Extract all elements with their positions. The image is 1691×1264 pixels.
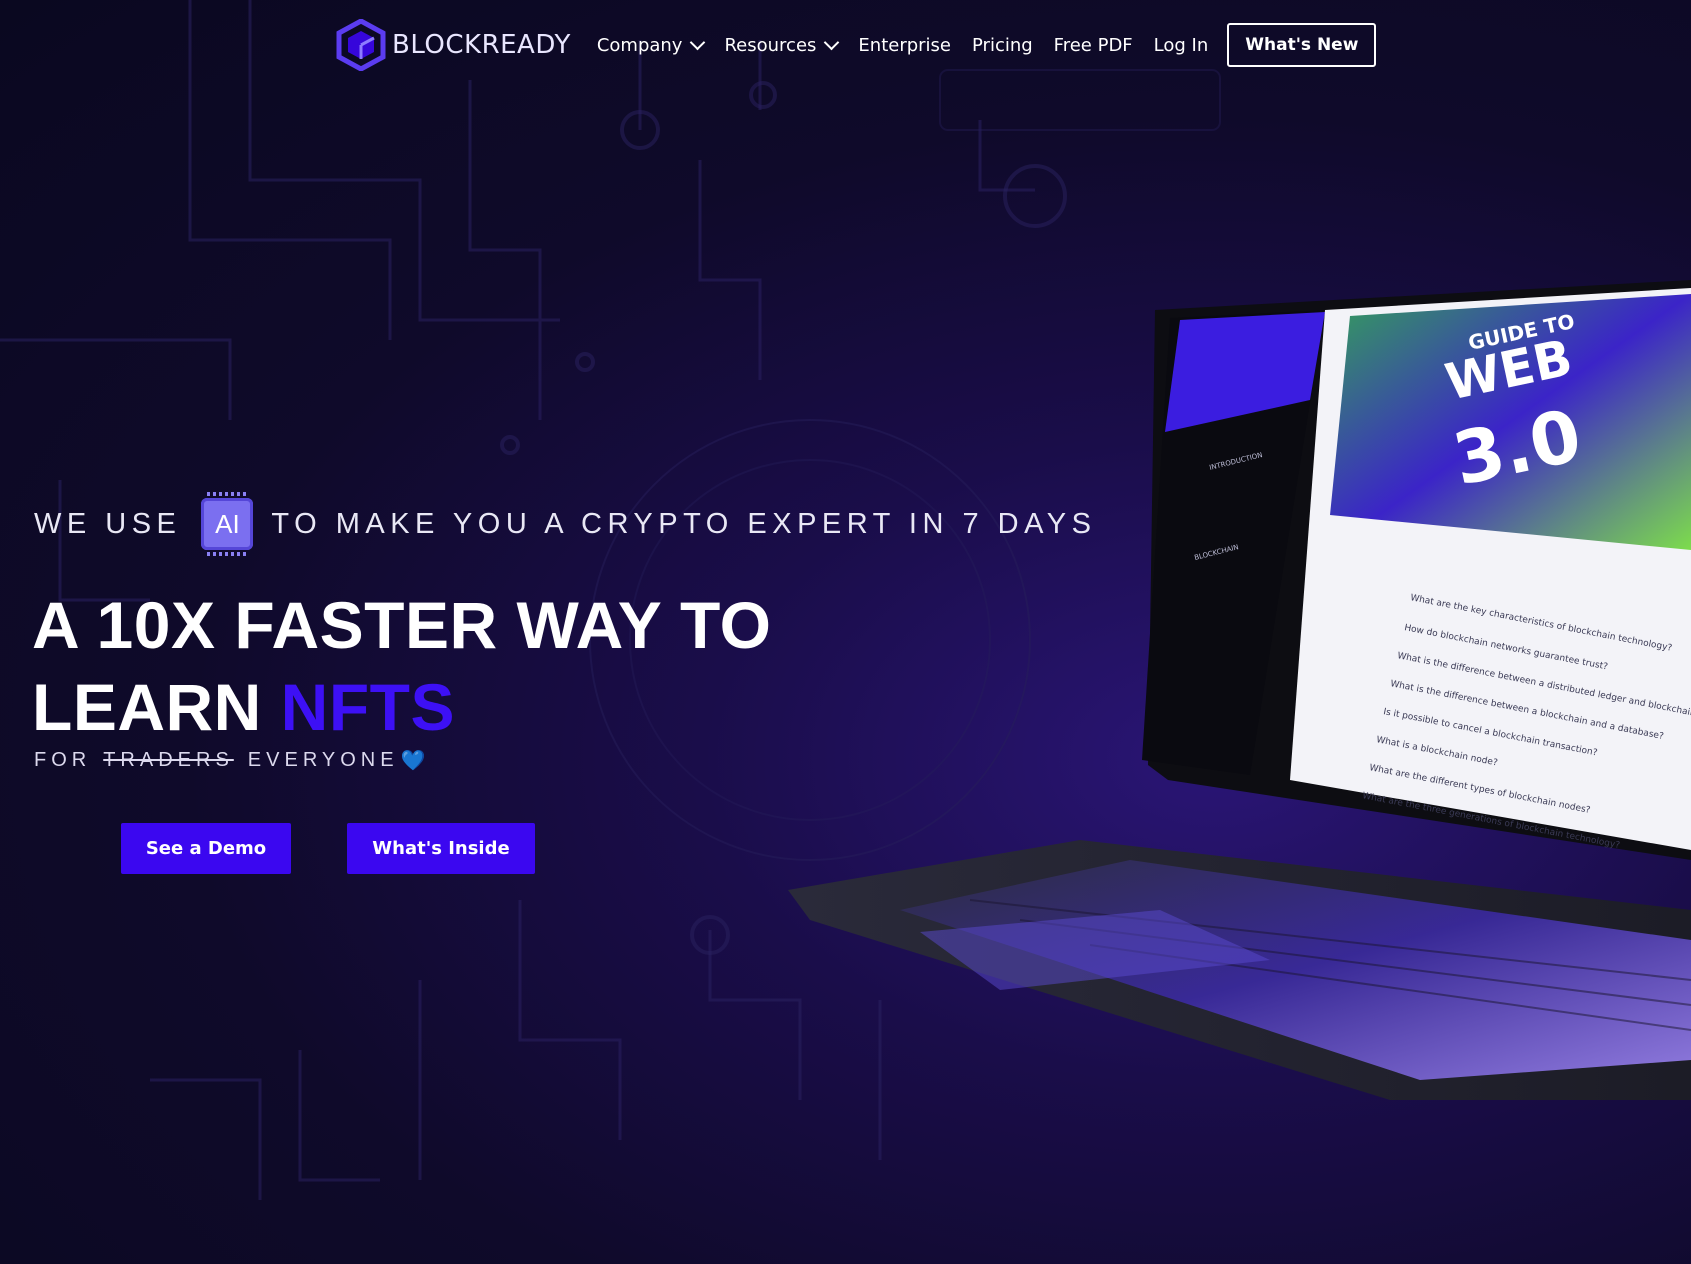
heart-icon: 💙 — [400, 750, 426, 772]
whats-new-button[interactable]: What's New — [1227, 23, 1377, 67]
nav-item-label: Free PDF — [1053, 34, 1133, 56]
headline-line-1: A 10X FASTER WAY TO — [32, 588, 772, 662]
nav-item-enterprise[interactable]: Enterprise — [858, 35, 951, 56]
laptop-illustration: WEB 3.0 GUIDE TO What are the key charac… — [788, 280, 1691, 1100]
nav-item-label: Enterprise — [858, 34, 951, 56]
nav-item-company[interactable]: Company — [596, 34, 706, 56]
top-navigation: BLOCKREADY Company Resources Enterprise Pri… — [336, 19, 1377, 71]
sub-suffix: EVERYONE — [247, 749, 399, 771]
ai-chip-label: AI — [215, 508, 240, 539]
headline-prefix: LEARN — [32, 670, 262, 744]
headline-line-2: LEARN NFTS — [32, 666, 771, 748]
hero-headline: A 10X FASTER WAY TO LEARN NFTS — [32, 584, 771, 748]
see-demo-button[interactable]: See a Demo — [121, 823, 291, 874]
nav-item-pricing[interactable]: Pricing — [972, 35, 1033, 56]
hero-subline: FOR TRADERS EVERYONE 💙 — [34, 748, 425, 773]
nav-item-resources[interactable]: Resources — [724, 34, 840, 56]
nav-menu: Company Resources Enterprise Pricing Free PD… — [596, 34, 1229, 56]
nav-item-label: Log In — [1153, 34, 1209, 56]
whats-inside-button[interactable]: What's Inside — [347, 823, 535, 874]
chevron-down-icon — [824, 34, 840, 50]
ai-chip-icon: AI — [201, 492, 254, 556]
cube-logo-icon — [336, 19, 386, 71]
sub-prefix: FOR — [34, 749, 92, 771]
nav-item-label: Resources — [724, 34, 817, 56]
nav-item-log-in[interactable]: Log In — [1154, 35, 1209, 56]
chevron-down-icon — [690, 34, 706, 50]
nav-item-label: Company — [596, 34, 683, 56]
brand-name: BLOCKREADY — [392, 30, 571, 60]
headline-accent: NFTS — [280, 670, 455, 744]
brand-logo[interactable]: BLOCKREADY — [336, 19, 571, 71]
sub-struck: TRADERS — [103, 749, 234, 771]
nav-item-label: Pricing — [972, 34, 1033, 56]
nav-item-free-pdf[interactable]: Free PDF — [1054, 35, 1133, 56]
eyebrow-prefix: WE USE — [34, 507, 182, 540]
